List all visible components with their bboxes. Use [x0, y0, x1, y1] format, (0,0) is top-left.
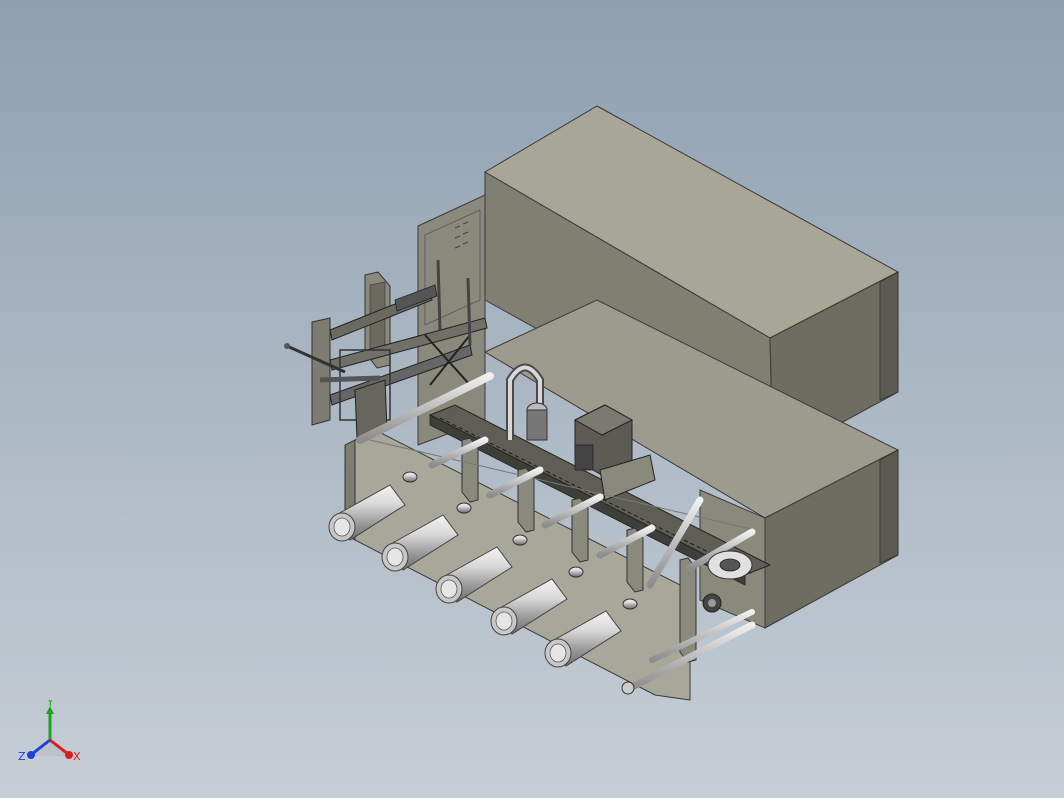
x-axis-ball: [65, 751, 73, 759]
z-axis-label: Z: [18, 750, 26, 763]
cad-model-assembly[interactable]: [0, 0, 1064, 798]
z-axis-ball: [27, 751, 35, 759]
triad-graphic: Y X Z: [18, 696, 81, 763]
x-axis-label: X: [73, 750, 81, 763]
graphics-viewport[interactable]: Y X Z: [0, 0, 1064, 798]
y-axis-label: Y: [46, 700, 54, 709]
orientation-triad[interactable]: Y X Z: [18, 696, 88, 770]
